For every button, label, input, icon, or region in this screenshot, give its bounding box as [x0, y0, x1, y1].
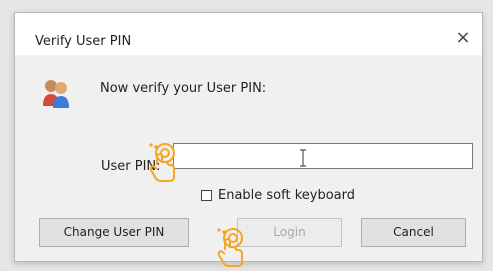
close-button[interactable]: ×	[452, 27, 474, 49]
cancel-button[interactable]: Cancel	[361, 218, 466, 247]
hand-pointer-icon	[217, 228, 243, 267]
dialog-title: Verify User PIN	[35, 34, 132, 49]
hand-pointer-icon	[149, 143, 175, 182]
verify-prompt: Now verify your User PIN:	[100, 81, 267, 96]
title-bar: Verify User PIN ×	[15, 13, 482, 55]
soft-keyboard-label: Enable soft keyboard	[218, 187, 356, 203]
users-icon	[43, 80, 69, 108]
user-pin-input[interactable]	[173, 143, 473, 169]
text-cursor-icon	[300, 149, 306, 167]
change-user-pin-button[interactable]: Change User PIN	[39, 218, 189, 247]
screen: Verify User PIN × Now verify your User P…	[0, 0, 493, 271]
soft-keyboard-option[interactable]: Enable soft keyboard	[201, 186, 355, 204]
soft-keyboard-checkbox[interactable]	[201, 189, 212, 201]
